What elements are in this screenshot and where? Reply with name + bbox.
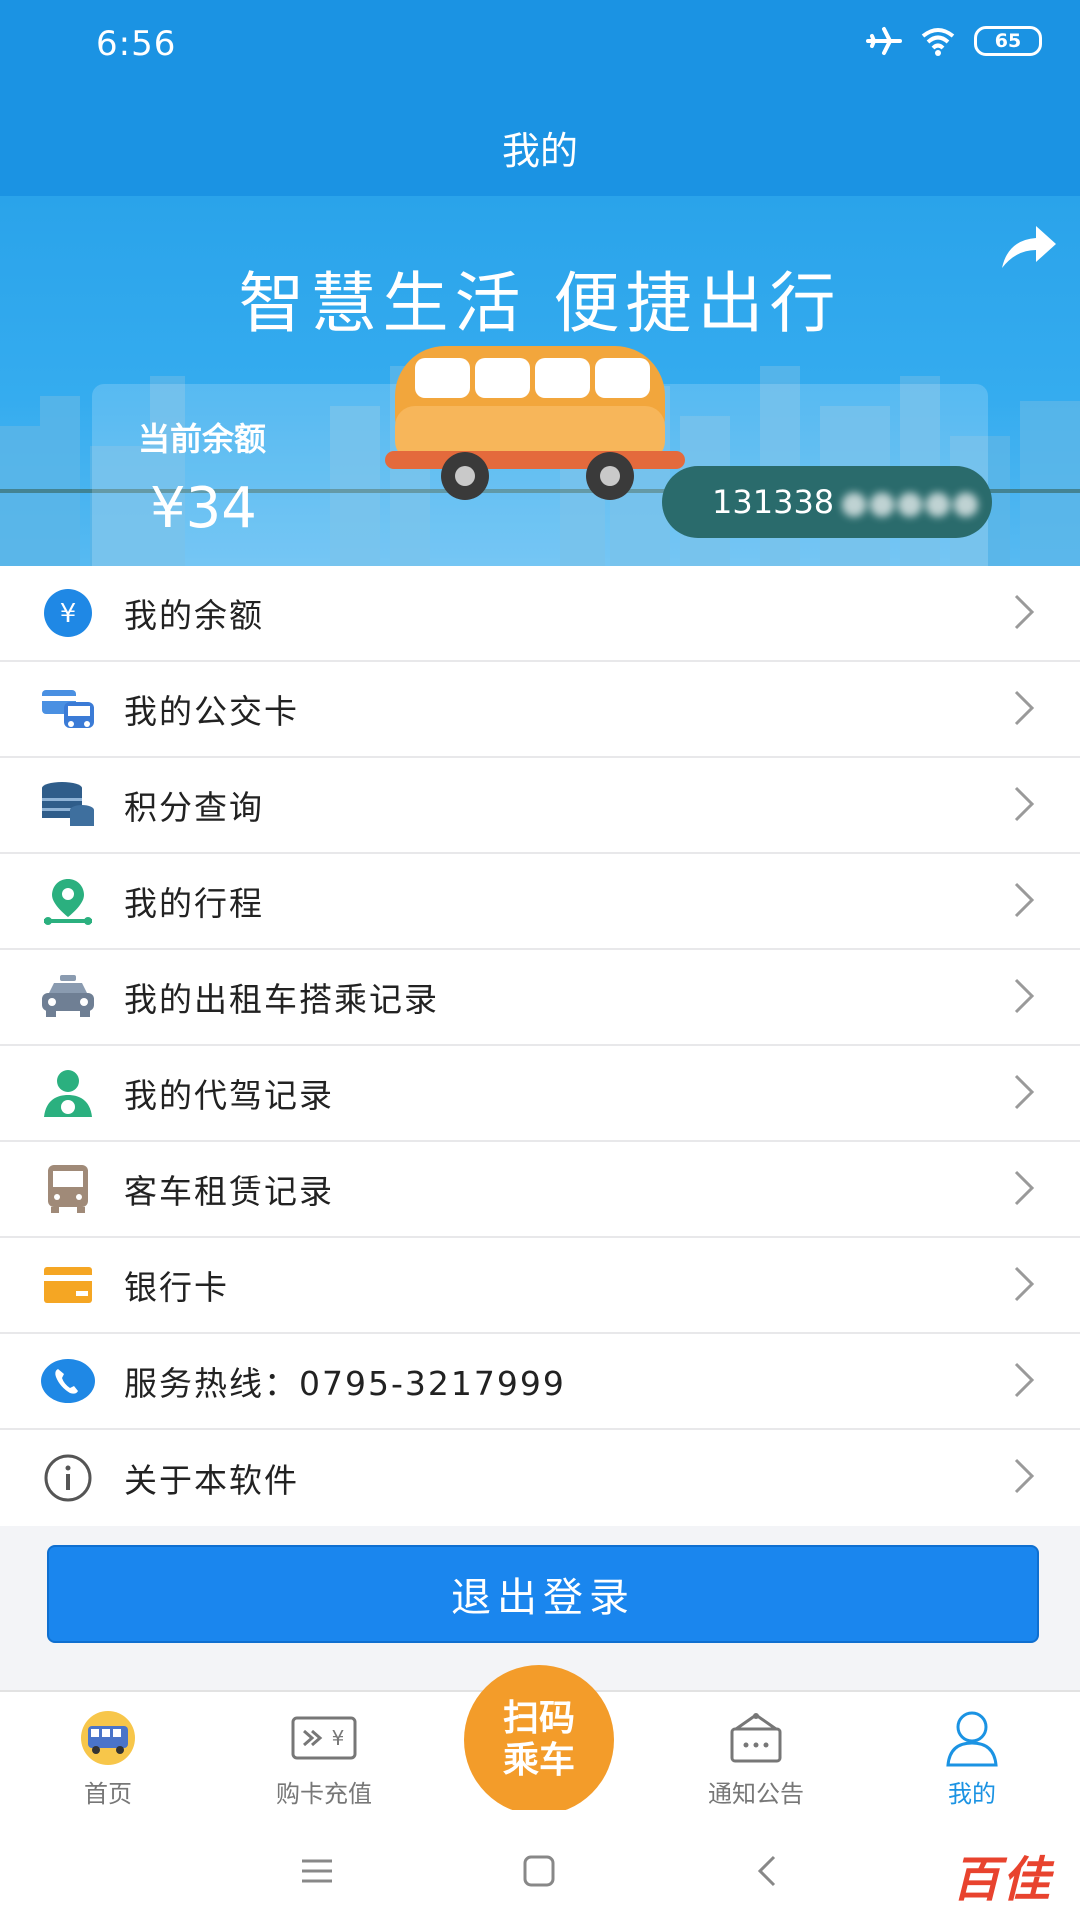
menu-item-driver[interactable]: 我的代驾记录 xyxy=(0,1046,1080,1142)
phone-number: 131338 xyxy=(712,483,835,521)
airplane-mode-icon xyxy=(866,27,902,55)
menu-list: ¥ 我的余额 我的公交卡 积分查询 我的行程 我的出租车搭乘记录 我的代驾记录 … xyxy=(0,566,1080,1526)
phone-icon xyxy=(40,1353,96,1409)
svg-text:¥: ¥ xyxy=(60,599,77,629)
menu-item-trips[interactable]: 我的行程 xyxy=(0,854,1080,950)
scan-label-line1: 扫码 xyxy=(502,1698,575,1739)
bus-card-icon xyxy=(40,681,96,737)
menu-lines-icon[interactable] xyxy=(300,1858,334,1884)
menu-item-about[interactable]: 关于本软件 xyxy=(0,1430,1080,1526)
menu-item-label: 银行卡 xyxy=(124,1268,229,1307)
wifi-icon xyxy=(921,28,955,56)
home-square-icon[interactable] xyxy=(522,1854,556,1888)
tab-recharge-label: 购卡充值 xyxy=(276,1780,372,1808)
chevron-right-icon xyxy=(1014,1266,1035,1302)
tab-home[interactable]: 首页 xyxy=(28,1706,188,1809)
menu-item-label: 关于本软件 xyxy=(124,1461,299,1500)
scan-to-ride-button[interactable]: 扫码 乘车 xyxy=(464,1665,614,1815)
menu-item-balance[interactable]: ¥ 我的余额 xyxy=(0,566,1080,662)
tab-home-label: 首页 xyxy=(84,1780,132,1808)
menu-item-label: 我的出租车搭乘记录 xyxy=(124,980,439,1019)
banner-slogan: 智慧生活 便捷出行 xyxy=(238,265,842,342)
info-icon xyxy=(40,1450,96,1506)
balance-label: 当前余额 xyxy=(138,420,267,458)
share-icon[interactable] xyxy=(998,222,1058,272)
chevron-right-icon xyxy=(1014,1170,1035,1206)
chevron-right-icon xyxy=(1014,690,1035,726)
tab-notice[interactable]: 通知公告 xyxy=(676,1706,836,1809)
logout-button[interactable]: 退出登录 xyxy=(47,1545,1039,1643)
chevron-right-icon xyxy=(1014,1074,1035,1110)
tab-mine[interactable]: 我的 xyxy=(892,1706,1052,1809)
notice-board-icon xyxy=(730,1713,782,1763)
banner: 智慧生活 便捷出行 当前余额 ¥34 131338 ●●●●● xyxy=(0,196,1080,566)
menu-item-points[interactable]: 积分查询 xyxy=(0,758,1080,854)
menu-item-label: 积分查询 xyxy=(124,788,264,827)
system-nav-bar xyxy=(0,1810,1080,1920)
chevron-right-icon xyxy=(1014,1362,1035,1398)
user-profile-icon xyxy=(946,1711,998,1767)
menu-item-bus-card[interactable]: 我的公交卡 xyxy=(0,662,1080,758)
phone-masked: ●●●●● xyxy=(840,483,980,521)
chevron-right-icon xyxy=(1014,882,1035,918)
scan-label-line2: 乘车 xyxy=(502,1740,575,1781)
menu-item-label: 服务热线：0795-3217999 xyxy=(124,1364,566,1403)
recharge-card-icon: ¥ xyxy=(291,1716,357,1760)
menu-item-taxi[interactable]: 我的出租车搭乘记录 xyxy=(0,950,1080,1046)
chevron-right-icon xyxy=(1014,1458,1035,1494)
bus-illustration xyxy=(385,346,685,500)
battery-indicator: 65 xyxy=(974,26,1042,56)
menu-item-label: 我的余额 xyxy=(124,596,264,635)
tab-notice-label: 通知公告 xyxy=(708,1780,804,1808)
driver-icon xyxy=(40,1065,96,1121)
balance-value: ¥34 xyxy=(150,476,257,541)
menu-item-label: 我的行程 xyxy=(124,884,264,923)
phone-number-pill: 131338 ●●●●● xyxy=(662,466,992,538)
taxi-icon xyxy=(40,969,96,1025)
menu-item-coach-rental[interactable]: 客车租赁记录 xyxy=(0,1142,1080,1238)
chevron-right-icon xyxy=(1014,786,1035,822)
coach-icon xyxy=(40,1161,96,1217)
page-title: 我的 xyxy=(501,129,578,173)
back-chevron-icon[interactable] xyxy=(756,1854,778,1888)
route-pin-icon xyxy=(40,873,96,929)
tab-recharge[interactable]: ¥ 购卡充值 xyxy=(244,1706,404,1809)
chevron-right-icon xyxy=(1014,978,1035,1014)
coin-stack-icon xyxy=(40,777,96,833)
menu-item-label: 我的公交卡 xyxy=(124,692,299,731)
menu-item-bank-card[interactable]: 银行卡 xyxy=(0,1238,1080,1334)
yen-coin-icon: ¥ xyxy=(40,585,96,641)
menu-item-hotline[interactable]: 服务热线：0795-3217999 xyxy=(0,1334,1080,1430)
home-bus-icon xyxy=(81,1711,135,1765)
status-time: 6:56 xyxy=(96,24,177,64)
menu-item-label: 我的代驾记录 xyxy=(124,1076,334,1115)
chevron-right-icon xyxy=(1014,594,1035,630)
status-icons: 65 xyxy=(866,26,1042,56)
watermark-logo: 百佳 xyxy=(951,1852,1052,1908)
svg-text:¥: ¥ xyxy=(332,1726,345,1750)
bank-card-icon xyxy=(40,1257,96,1313)
menu-item-label: 客车租赁记录 xyxy=(124,1172,334,1211)
tab-mine-label: 我的 xyxy=(948,1780,996,1808)
